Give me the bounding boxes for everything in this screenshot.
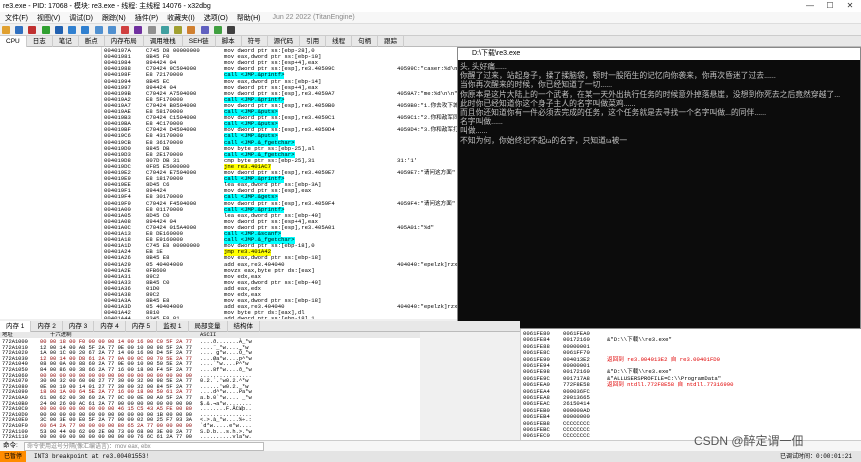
close-button[interactable]: ✕ (841, 0, 859, 12)
command-input[interactable]: 命令使用逗号分隔(像汇编语言)：mov eax, ebx (24, 442, 264, 451)
memory-tabs: 内存 1 内存 2 内存 3 内存 4 内存 5 监视 1 局部变量 结构体 (0, 321, 520, 332)
restart-icon[interactable] (15, 26, 24, 34)
comments-icon[interactable] (174, 26, 183, 34)
console-line: 当你再次醒来的时候，你已经知道了一切...... (460, 80, 613, 90)
tab-source[interactable]: 源代码 (268, 36, 301, 47)
animate-icon[interactable] (134, 26, 143, 34)
disasm-row[interactable]: 00401A44 8345 E8 01 add dword ptr ss:[ebp-… (0, 316, 457, 319)
tab-dump-4[interactable]: 内存 4 (94, 321, 126, 332)
console-line: 你原本是这片大陆上的一个武者，在某一天外出执行任务的时候意外掉落悬崖，没想到你死… (460, 89, 841, 99)
console-line: 你醒了过来，站起身子，揉了揉脑袋，顿时一股陌生的记忆向你袭来，你再次昏迷了过去.… (460, 71, 776, 81)
dump-header-ascii: ASCII (200, 332, 217, 338)
console-title: D:\下载\re3.exe (458, 48, 860, 60)
tab-references[interactable]: 引用 (300, 36, 327, 47)
stack-view[interactable]: 0061FE80 0061FEA0 0061FE84 00172160 &"D:\\下载… (520, 329, 861, 449)
build-date: Jun 22 2022 (TitanEngine) (272, 14, 355, 21)
labels-icon[interactable] (187, 26, 196, 34)
tab-log[interactable]: 日志 (27, 36, 53, 47)
dump-side-panel (420, 332, 518, 440)
patch-icon[interactable] (160, 26, 169, 34)
pause-icon[interactable] (54, 26, 63, 34)
tab-cpu[interactable]: CPU (0, 36, 27, 47)
tab-call-stack[interactable]: 调用堆栈 (144, 36, 183, 47)
menu-favourites[interactable]: 收藏夹(I) (167, 13, 195, 23)
status-message: INT3 breakpoint at re3.00401553! (34, 453, 150, 460)
tab-threads[interactable]: 线程 (326, 36, 353, 47)
functions-icon[interactable] (213, 26, 222, 34)
status-state: 已暂停 (0, 451, 27, 462)
menu-view[interactable]: 视图(V) (37, 13, 60, 23)
disassembly-view[interactable]: 0040197A C745 D8 00000000 mov dword ptr ss… (0, 47, 457, 319)
tab-notes[interactable]: 笔记 (53, 36, 79, 47)
dump-header-hex: 十六进制 (50, 332, 72, 338)
tab-struct[interactable]: 结构体 (228, 321, 261, 332)
tab-watch-1[interactable]: 监视 1 (157, 321, 189, 332)
open-icon[interactable] (2, 26, 10, 34)
maximize-button[interactable]: ☐ (821, 0, 839, 12)
menu-trace[interactable]: 跟踪(N) (102, 13, 126, 23)
console-line: 此时你已经知道你这个身子主人的名字叫做菜鸡...... (460, 98, 636, 108)
menu-plugins[interactable]: 插件(P) (135, 13, 158, 23)
memory-dump[interactable]: 地址 十六进制 ASCII 772A1000 00 00 18 00 F0 00 … (0, 332, 420, 440)
watermark: CSDN @醉定谓一佃 (694, 434, 804, 448)
tab-handles[interactable]: 句柄 (352, 36, 379, 47)
menu-bar: 文件(F) 视图(V) 调试(D) 跟踪(N) 插件(P) 收藏夹(I) 选项(… (0, 12, 861, 24)
dump-header-addr: 地址 (2, 332, 13, 338)
script-icon[interactable] (226, 26, 235, 34)
main-tabs: CPU 日志 笔记 断点 内存布局 调用堆栈 SEH链 脚本 符号 源代码 引用… (0, 36, 861, 47)
menu-options[interactable]: 选项(O) (204, 13, 228, 23)
console-line: 而且你还知道你有一件必须去完成的任务，这个任务就是去寻找一个名字叫做...的同伴… (460, 108, 767, 117)
disasm-bytes: 8345 E8 01 (146, 315, 180, 319)
disasm-dis: add dword ptr ss:[ebp-18],1 (224, 315, 315, 319)
tab-dump-5[interactable]: 内存 5 (126, 321, 158, 332)
console-line: 不知为何，你始终记不起ta的名字，只知道ta被一 (460, 135, 628, 145)
command-label: 命令: (3, 442, 18, 449)
minimize-button[interactable]: — (801, 0, 819, 12)
tab-script[interactable]: 脚本 (216, 36, 242, 47)
tab-breakpoints[interactable]: 断点 (79, 36, 105, 47)
menu-help[interactable]: 帮助(H) (237, 13, 261, 23)
disasm-addr: 00401A44 (104, 315, 131, 319)
execute-till-return-icon[interactable] (121, 26, 130, 34)
step-over-icon[interactable] (81, 26, 90, 34)
console-line: 头, 头好痛...... (460, 62, 507, 71)
tab-dump-1[interactable]: 内存 1 (0, 321, 32, 332)
tab-memory-map[interactable]: 内存布局 (105, 36, 144, 47)
console-line: 名字叫做...... (460, 117, 503, 127)
toolbar (0, 24, 861, 36)
debug-time: 已调试时间：0:00:01:21 (780, 453, 853, 460)
dump-header: 地址 十六进制 ASCII (0, 332, 420, 339)
tab-trace[interactable]: 跟踪 (378, 36, 405, 47)
tab-dump-2[interactable]: 内存 2 (31, 321, 63, 332)
trace-over-icon[interactable] (107, 26, 116, 34)
tab-symbols[interactable]: 符号 (242, 36, 268, 47)
scylla-icon[interactable] (147, 26, 156, 34)
stop-icon[interactable] (28, 26, 37, 34)
console-window[interactable]: D:\下载\re3.exe 头, 头好痛...... 你醒了过来，站起身子，揉了揉… (457, 47, 861, 329)
window-title: re3.exe - PID: 17068 - 模块: re3.exe - 线程:… (3, 3, 211, 10)
trace-into-icon[interactable] (94, 26, 103, 34)
run-icon[interactable] (41, 26, 50, 34)
title-bar: re3.exe - PID: 17068 - 模块: re3.exe - 线程:… (0, 0, 861, 12)
tab-dump-3[interactable]: 内存 3 (63, 321, 95, 332)
console-line: 叫做...... (460, 126, 488, 136)
menu-file[interactable]: 文件(F) (5, 13, 28, 23)
status-bar: 已暂停 INT3 breakpoint at re3.00401553! 已调试… (0, 451, 861, 462)
step-into-icon[interactable] (68, 26, 77, 34)
tab-seh[interactable]: SEH链 (183, 36, 216, 47)
tab-locals[interactable]: 局部变量 (189, 321, 228, 332)
menu-debug[interactable]: 调试(D) (69, 13, 93, 23)
bookmarks-icon[interactable] (200, 26, 209, 34)
